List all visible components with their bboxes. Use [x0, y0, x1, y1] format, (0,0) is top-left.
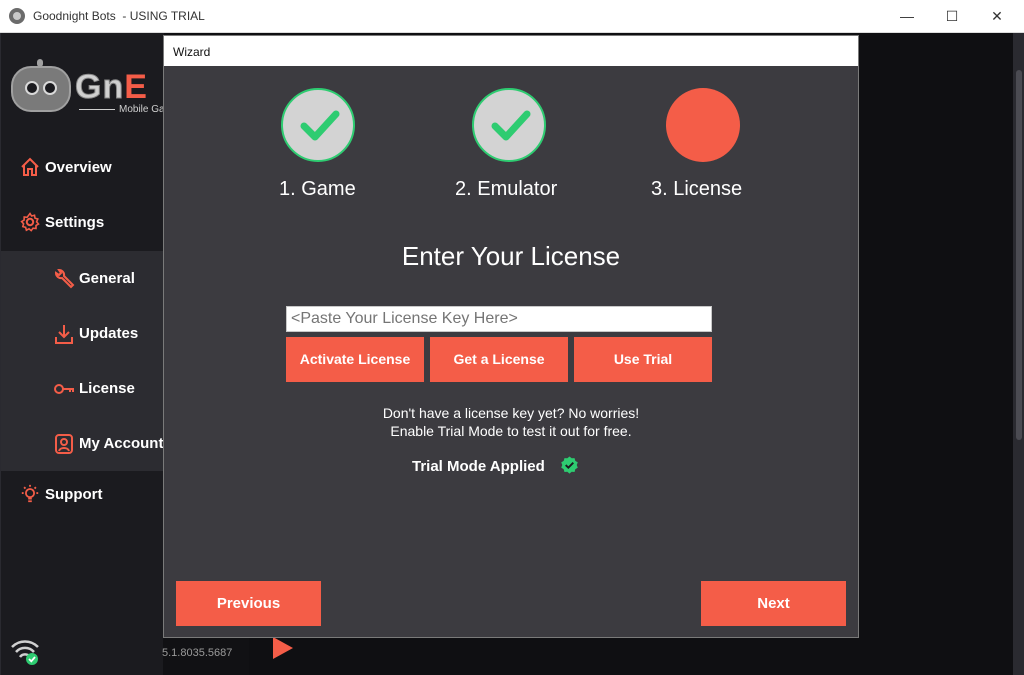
sidebar-item-label: License — [79, 380, 135, 397]
sidebar-item-label: General — [79, 270, 135, 287]
use-trial-button[interactable]: Use Trial — [574, 337, 712, 382]
info-text-line1: Don't have a license key yet? No worries… — [382, 405, 640, 421]
wizard-dialog: Wizard 1. Game 2. Emulator 3. License En… — [163, 35, 859, 638]
step-emulator-label: 2. Emulator — [455, 178, 558, 200]
window-titlebar: Goodnight Bots - USING TRIAL — ☐ ✕ — [0, 0, 1024, 33]
step-license-label: 3. License — [651, 178, 743, 200]
step-game-label: 1. Game — [279, 178, 356, 200]
wifi-icon — [11, 640, 39, 665]
sidebar-item-general[interactable]: General — [1, 251, 164, 306]
sidebar-item-support[interactable]: Support — [1, 468, 164, 522]
sidebar-item-license[interactable]: License — [1, 361, 164, 416]
scrollbar-thumb[interactable] — [1016, 70, 1022, 440]
brand-logo: GnE Mobile Ga — [9, 58, 165, 128]
download-icon — [55, 325, 73, 344]
previous-button[interactable]: Previous — [176, 581, 321, 626]
sidebar-item-label: My Account — [79, 435, 164, 452]
checkmark-icon — [300, 110, 340, 141]
lightbulb-icon — [21, 484, 39, 503]
app-icon — [9, 8, 25, 24]
activate-license-button[interactable]: Activate License — [286, 337, 424, 382]
maximize-button[interactable]: ☐ — [929, 0, 975, 32]
key-icon — [54, 384, 74, 394]
sidebar-item-label: Updates — [79, 325, 139, 342]
checkmark-icon — [491, 110, 531, 141]
license-key-input[interactable] — [286, 306, 712, 332]
gear-icon — [20, 212, 40, 232]
sidebar-item-updates[interactable]: Updates — [1, 306, 164, 361]
info-text-line2: Enable Trial Mode to test it out for fre… — [390, 423, 632, 439]
robot-logo-icon — [11, 59, 71, 112]
step-game-indicator — [281, 88, 355, 162]
wrench-icon — [55, 269, 75, 289]
settings-submenu: General Updates License My Account — [1, 251, 164, 471]
step-emulator-indicator — [472, 88, 546, 162]
close-button[interactable]: ✕ — [974, 0, 1020, 32]
wizard-title: Wizard — [164, 36, 858, 66]
play-icon[interactable] — [273, 637, 293, 659]
sidebar-item-label: Settings — [45, 214, 105, 231]
sidebar-item-label: Support — [45, 486, 103, 503]
sidebar-item-overview[interactable]: Overview — [1, 141, 164, 195]
window-title: Goodnight Bots - USING TRIAL — [33, 9, 205, 23]
logo-text: GnE — [74, 68, 148, 107]
get-license-button[interactable]: Get a License — [430, 337, 568, 382]
trial-status-label: Trial Mode Applied — [412, 458, 545, 475]
minimize-button[interactable]: — — [884, 0, 930, 32]
brand-tagline: Mobile Ga — [119, 104, 165, 115]
sidebar: GnE Mobile Ga Overview Settings General … — [0, 33, 165, 675]
version-label: 5.1.8035.5687 — [162, 647, 233, 659]
page-title: Enter Your License — [401, 241, 621, 271]
sidebar-item-label: Overview — [45, 159, 112, 176]
user-icon — [55, 434, 73, 454]
next-button[interactable]: Next — [701, 581, 846, 626]
step-license-indicator — [666, 88, 740, 162]
sidebar-item-settings[interactable]: Settings — [1, 196, 164, 250]
sidebar-item-my-account[interactable]: My Account — [1, 416, 164, 471]
check-badge-icon — [561, 456, 578, 474]
home-icon — [21, 157, 39, 176]
